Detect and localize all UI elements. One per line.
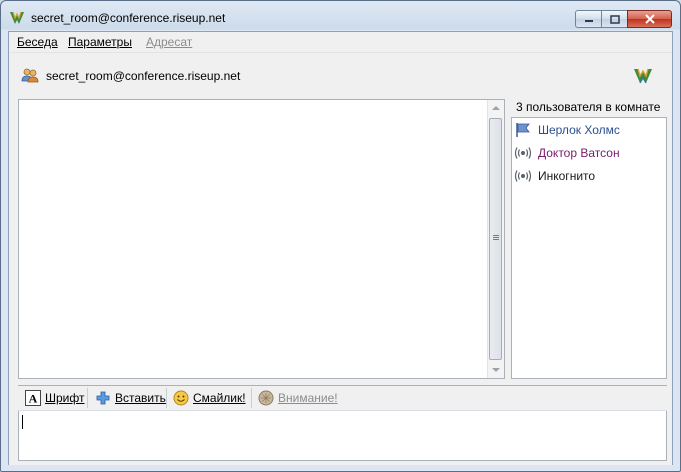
scroll-down-arrow-icon[interactable] bbox=[492, 368, 500, 372]
conversation-body: 3 пользователя в комнате Шерлок Холмс До… bbox=[9, 97, 672, 465]
text-caret bbox=[22, 415, 23, 429]
flag-icon bbox=[514, 122, 532, 138]
menu-conversation[interactable]: Беседа bbox=[17, 35, 58, 49]
scrollbar-thumb[interactable] bbox=[489, 118, 502, 360]
grip-line bbox=[493, 235, 499, 236]
chat-log-scrollbar[interactable] bbox=[487, 100, 504, 378]
app-logo-icon bbox=[10, 11, 24, 24]
user-item-sherlock[interactable]: Шерлок Холмс bbox=[514, 120, 620, 140]
toolbar-separator bbox=[251, 388, 252, 408]
grip-line bbox=[493, 239, 499, 240]
menu-conversation-label: Беседа bbox=[17, 35, 58, 49]
chat-window: secret_room@conference.riseup.net Беседа… bbox=[0, 0, 681, 472]
smiley-label: Смайлик! bbox=[193, 391, 246, 405]
window-client-area: Беседа Параметры Адресат secret_room@con… bbox=[8, 31, 673, 465]
user-name: Инкогнито bbox=[538, 169, 596, 183]
attention-label: Внимание! bbox=[278, 391, 338, 405]
font-icon: A bbox=[25, 390, 41, 406]
window-title: secret_room@conference.riseup.net bbox=[31, 11, 226, 25]
attention-button[interactable]: Внимание! bbox=[258, 389, 338, 407]
menu-bar: Беседа Параметры Адресат bbox=[9, 32, 672, 53]
group-users-icon bbox=[21, 68, 39, 83]
app-logo-icon bbox=[634, 68, 652, 84]
close-button[interactable] bbox=[627, 10, 672, 28]
smiley-button[interactable]: Смайлик! bbox=[173, 389, 246, 407]
smiley-icon bbox=[173, 390, 189, 406]
signal-icon bbox=[514, 145, 532, 161]
insert-label: Вставить bbox=[115, 391, 166, 405]
menu-buddy[interactable]: Адресат bbox=[146, 35, 192, 49]
user-item-incognito[interactable]: Инкогнито bbox=[514, 166, 595, 186]
scroll-up-arrow-icon[interactable] bbox=[492, 106, 500, 110]
signal-icon bbox=[514, 168, 532, 184]
format-toolbar: A Шрифт Вставить Смайлик! Внимание! bbox=[18, 385, 667, 411]
chat-log[interactable] bbox=[18, 99, 505, 379]
title-bar[interactable]: secret_room@conference.riseup.net bbox=[1, 1, 680, 31]
menu-options-label: Параметры bbox=[68, 35, 132, 49]
minimize-icon bbox=[584, 20, 593, 22]
message-input[interactable] bbox=[18, 411, 667, 461]
grip-line bbox=[493, 237, 499, 238]
user-list[interactable]: Шерлок Холмс Доктор Ватсон Инкогнито bbox=[511, 117, 667, 379]
user-name: Шерлок Холмс bbox=[538, 123, 620, 137]
svg-text:A: A bbox=[29, 392, 38, 406]
menu-options[interactable]: Параметры bbox=[68, 35, 132, 49]
insert-button[interactable]: Вставить bbox=[95, 389, 166, 407]
close-icon bbox=[644, 14, 655, 24]
font-label: Шрифт bbox=[45, 391, 85, 405]
toolbar-separator bbox=[166, 388, 167, 408]
users-count-label: 3 пользователя в комнате bbox=[516, 100, 661, 114]
plus-icon bbox=[95, 390, 111, 406]
font-button[interactable]: A Шрифт bbox=[25, 389, 84, 407]
user-item-watson[interactable]: Доктор Ватсон bbox=[514, 143, 620, 163]
menu-buddy-label: Адресат bbox=[146, 35, 193, 49]
toolbar-separator bbox=[87, 388, 88, 408]
attention-icon bbox=[258, 390, 274, 406]
room-title: secret_room@conference.riseup.net bbox=[46, 69, 241, 83]
maximize-icon bbox=[609, 14, 620, 24]
conversation-header: secret_room@conference.riseup.net bbox=[9, 53, 672, 97]
maximize-button[interactable] bbox=[601, 10, 628, 28]
user-name: Доктор Ватсон bbox=[538, 146, 620, 160]
minimize-button[interactable] bbox=[575, 10, 602, 28]
